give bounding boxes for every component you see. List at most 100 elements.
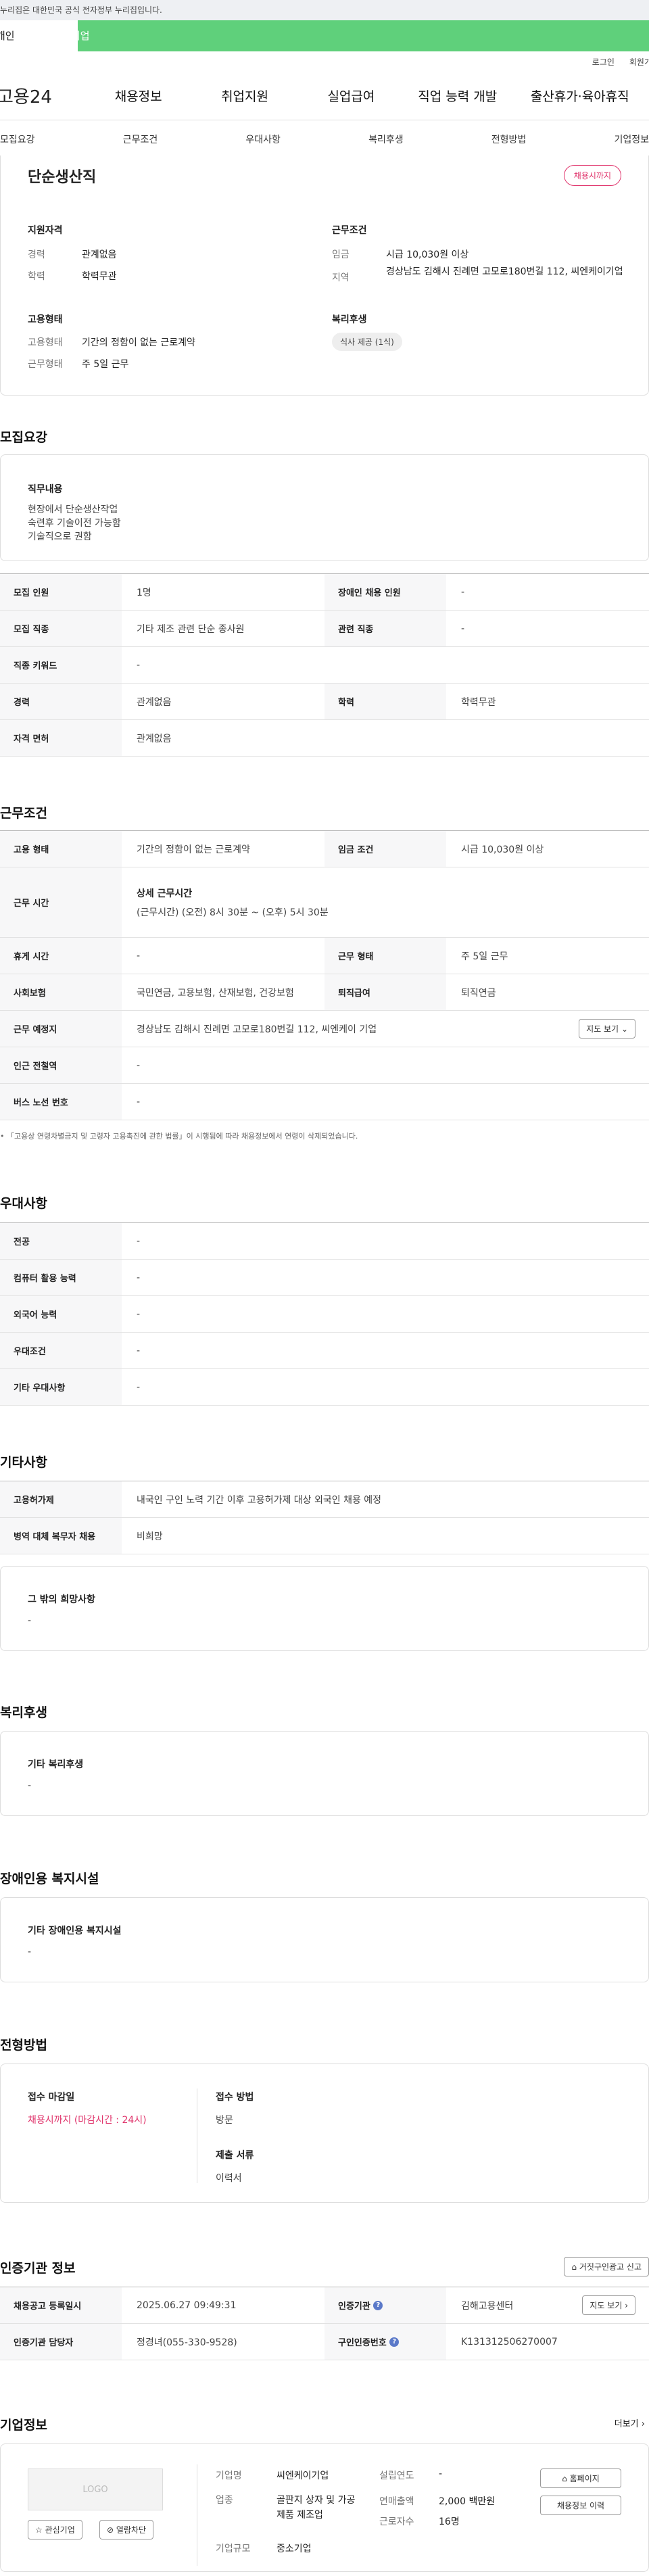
nav-item-leave[interactable]: 출산휴가·육아휴직: [510, 87, 649, 105]
subnav-company[interactable]: 기업정보: [614, 133, 649, 146]
user-type-tabs: 개인 기업: [0, 20, 649, 51]
row-label: 근무 시간: [0, 867, 122, 937]
subnav-recruit[interactable]: 모집요강: [0, 133, 35, 146]
history-label: 채용정보 이력: [556, 2501, 605, 2510]
table-row: 전공 -: [0, 1223, 649, 1260]
method-value: 방문: [216, 2115, 233, 2126]
home-label: 홈페이지: [569, 2474, 600, 2483]
benefit-heading: 복리후생: [0, 1705, 47, 1720]
row-value: -: [137, 1272, 141, 1283]
subnav-selection[interactable]: 전형방법: [491, 133, 527, 146]
table-row: 고용 형태 기간의 정함이 없는 근로계약 임금 조건 시급 10,030원 이상: [0, 831, 649, 867]
benefit-card: 기타 복리후생 -: [0, 1731, 649, 1816]
row-value: 김해고용센터: [461, 2300, 514, 2312]
login-link[interactable]: 로그인: [592, 56, 615, 68]
benefit-value: -: [28, 1780, 32, 1791]
welfare-heading: 복리후생: [332, 314, 367, 325]
signup-link[interactable]: 회원가: [629, 56, 649, 68]
tab-personal[interactable]: 개인: [0, 20, 78, 51]
block-icon: ⊘: [107, 2525, 114, 2535]
table-row: 근무 예정지 경상남도 김해시 진례면 고모로180번길 112, 씨엔케이 기업…: [0, 1011, 649, 1047]
row-label: 고용허가제: [0, 1481, 122, 1517]
row-value: 비희망: [137, 1531, 163, 1542]
exp-value: 관계없음: [82, 249, 117, 260]
report-fake-ad-button[interactable]: ⌂ 거짓구인광고 신고: [564, 2257, 649, 2276]
nav-item-training[interactable]: 직업 능력 개발: [404, 87, 510, 105]
row-value: 내국인 구인 노력 기간 이후 고용허가제 대상 외국인 채용 예정: [137, 1494, 382, 1506]
cert-map-button[interactable]: 지도 보기 ›: [582, 2295, 635, 2315]
info-icon[interactable]: ?: [389, 2337, 400, 2347]
other-wish-heading: 그 밖의 희망사항: [28, 1594, 95, 1605]
nav-item-jobs[interactable]: 채용정보: [85, 87, 191, 105]
sales-label: 연매출액: [379, 2496, 414, 2507]
fav-company-button[interactable]: ☆ 관심기업: [28, 2520, 82, 2539]
row-label: 고용 형태: [0, 831, 122, 867]
map-button[interactable]: 지도 보기 ⌄: [579, 1019, 635, 1039]
row-value: 기타 제조 관련 단순 종사원: [137, 623, 245, 635]
emp-label: 고용형태: [28, 337, 63, 348]
table-row: 인근 전철역 -: [0, 1047, 649, 1084]
table-row: 모집 직종 기타 제조 관련 단순 종사원 관련 직종 -: [0, 611, 649, 647]
area-label: 지역: [332, 272, 350, 283]
company-more-link[interactable]: 더보기 ›: [615, 2416, 645, 2429]
row-value: 상세 근무시간 (근무시간) (오전) 8시 30분 ~ (오후) 5시 30분: [122, 886, 649, 919]
emp-count-label: 근로자수: [379, 2517, 414, 2527]
duty-line: 기술직으로 권함: [28, 531, 92, 542]
emp-count-value: 16명: [439, 2517, 460, 2527]
row-label: 장애인 채용 인원: [324, 574, 446, 610]
status-badge: 채용시까지: [563, 165, 621, 186]
nav-item-benefit[interactable]: 실업급여: [298, 87, 404, 105]
subnav-welfare[interactable]: 복리후생: [368, 133, 404, 146]
nav-item-support[interactable]: 취업지원: [191, 87, 297, 105]
row-value: -: [137, 1345, 141, 1356]
homepage-button[interactable]: ⌂ 홈페이지: [540, 2468, 621, 2488]
row-value: 기간의 정함이 없는 근로계약: [137, 844, 250, 855]
map-button-label: 지도 보기: [590, 2301, 623, 2310]
time-value: (근무시간) (오전) 8시 30분 ~ (오후) 5시 30분: [137, 907, 329, 918]
table-row: 인증기관 담당자 정경녀(055-330-9528) 구인인증번호 ? K131312…: [0, 2324, 649, 2360]
subnav-pref[interactable]: 우대사항: [245, 133, 281, 146]
fav-label: 관심기업: [45, 2525, 75, 2535]
duty-line: 현장에서 단순생산작업: [28, 504, 118, 515]
row-value: 1명: [137, 587, 151, 598]
table-row: 사회보험 국민연금, 고용보험, 산재보험, 건강보험 퇴직급여 퇴직연금: [0, 974, 649, 1011]
row-label: 버스 노선 번호: [0, 1084, 122, 1120]
info-icon[interactable]: ?: [373, 2300, 383, 2310]
history-button[interactable]: 채용정보 이력: [540, 2496, 621, 2515]
job-summary-card: 단순생산직 채용시까지 지원자격 경력 관계없음 학력 학력무관 고용형태 고용…: [0, 156, 649, 396]
row-value: 주 5일 근무: [461, 951, 508, 962]
company-heading: 기업정보: [0, 2418, 47, 2433]
name-label: 기업명: [216, 2471, 242, 2481]
other-wish-card: 그 밖의 희망사항 -: [0, 1566, 649, 1651]
chevron-down-icon: ⌄: [621, 1024, 628, 1034]
select-card: 접수 마감일 채용시까지 (마감시간 : 24시) 접수 방법 방문 제출 서류…: [0, 2064, 649, 2203]
site-logo[interactable]: 고용24: [0, 83, 85, 108]
job-title: 단순생산직: [28, 169, 97, 186]
method-label: 접수 방법: [216, 2092, 254, 2103]
sales-value: 2,000 백만원: [439, 2496, 496, 2507]
row-value: -: [137, 1308, 141, 1320]
row-label: 임금 조건: [324, 831, 446, 867]
row-value: 시급 10,030원 이상: [461, 844, 544, 855]
row-label: 관련 직종: [324, 611, 446, 646]
deadline-value: 채용시까지 (마감시간 : 24시): [28, 2115, 147, 2126]
subnav-work[interactable]: 근무조건: [123, 133, 158, 146]
wage-value: 시급 10,030원 이상: [386, 249, 469, 260]
row-label: 기타 우대사항: [0, 1369, 122, 1405]
etc-table: 고용허가제 내국인 구인 노력 기간 이후 고용허가제 대상 외국인 채용 예정 …: [0, 1481, 649, 1554]
row-label: 모집 직종: [0, 611, 122, 646]
company-logo: LOGO: [28, 2468, 163, 2510]
edu-label: 학력: [28, 271, 45, 282]
other-wish-value: -: [28, 1615, 32, 1626]
ind-value: 골판지 상자 및 가공제품 제조업: [277, 2495, 356, 2521]
disab-card: 기타 장애인용 복지시설 -: [0, 1897, 649, 1982]
area-value: 경상남도 김해시 진례면 고모로180번길 112, 씨엔케이기업: [386, 266, 623, 277]
row-value: -: [137, 1096, 141, 1107]
tab-company[interactable]: 기업: [71, 20, 155, 51]
row-value: -: [461, 623, 465, 634]
emp-heading: 고용형태: [28, 314, 63, 325]
row-value: 정경녀(055-330-9528): [137, 2337, 237, 2348]
emp-value: 기간의 정함이 없는 근로계약: [82, 337, 195, 348]
qual-heading: 지원자격: [28, 225, 63, 236]
block-button[interactable]: ⊘ 열람차단: [99, 2520, 154, 2539]
